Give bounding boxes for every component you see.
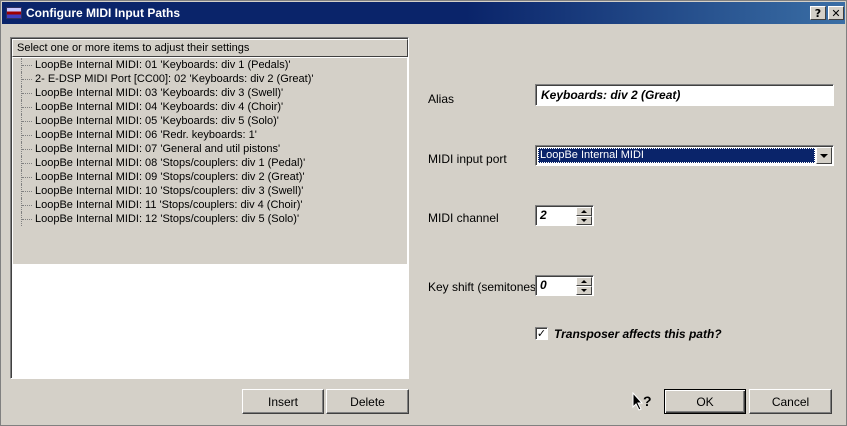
alias-field[interactable]: Keyboards: div 2 (Great) [535, 84, 834, 106]
list-item-label: LoopBe Internal MIDI: 04 'Keyboards: div… [35, 101, 284, 113]
list-item-label: LoopBe Internal MIDI: 03 'Keyboards: div… [35, 87, 284, 99]
tree-connector [21, 184, 33, 198]
list-item-label: LoopBe Internal MIDI: 07 'General and ut… [35, 143, 281, 155]
channel-increment-button[interactable] [576, 207, 592, 216]
list-item[interactable]: LoopBe Internal MIDI: 05 'Keyboards: div… [13, 114, 407, 128]
dialog-window: Configure MIDI Input Paths ? ✕ Select on… [0, 0, 847, 426]
tree-connector [21, 142, 33, 156]
dropdown-button[interactable] [816, 147, 832, 164]
list-item-label: LoopBe Internal MIDI: 01 'Keyboards: div… [35, 59, 291, 71]
list-item-label: LoopBe Internal MIDI: 06 'Redr. keyboard… [35, 129, 257, 141]
list-item[interactable]: LoopBe Internal MIDI: 08 'Stops/couplers… [13, 156, 407, 170]
list-item[interactable]: LoopBe Internal MIDI: 01 'Keyboards: div… [13, 58, 407, 72]
list-item[interactable]: LoopBe Internal MIDI: 04 'Keyboards: div… [13, 100, 407, 114]
key-shift-value: 0 [540, 278, 547, 292]
midi-channel-label: MIDI channel [428, 211, 499, 225]
list-item-label: LoopBe Internal MIDI: 10 'Stops/couplers… [35, 185, 304, 197]
tree-connector [21, 212, 33, 226]
help-cursor-icon: ? [632, 392, 652, 411]
list-item-label: LoopBe Internal MIDI: 12 'Stops/couplers… [35, 213, 300, 225]
alias-label: Alias [428, 92, 455, 106]
tree-connector [21, 58, 33, 72]
checkmark-icon: ✓ [536, 327, 547, 340]
window-title: Configure MIDI Input Paths [26, 6, 180, 20]
list-item-label: 2- E-DSP MIDI Port [CC00]: 02 'Keyboards… [35, 73, 314, 85]
svg-text:?: ? [643, 393, 652, 409]
help-button[interactable]: ? [810, 6, 826, 20]
midi-input-port-value: LoopBe Internal MIDI [538, 148, 815, 163]
list-item[interactable]: LoopBe Internal MIDI: 11 'Stops/couplers… [13, 198, 407, 212]
title-bar[interactable]: Configure MIDI Input Paths ? ✕ [2, 2, 845, 24]
tree-connector [21, 156, 33, 170]
tree-connector [21, 114, 33, 128]
midi-input-port-label: MIDI input port [428, 152, 507, 166]
transposer-label[interactable]: Transposer affects this path? [554, 327, 722, 341]
key-shift-stepper[interactable]: 0 [535, 275, 594, 296]
tree-connector [21, 128, 33, 142]
tree-connector [21, 86, 33, 100]
list-item[interactable]: LoopBe Internal MIDI: 10 'Stops/couplers… [13, 184, 407, 198]
ok-button[interactable]: OK [664, 389, 746, 414]
app-icon [6, 7, 22, 19]
key-shift-label: Key shift (semitones) [428, 280, 541, 294]
keyshift-decrement-button[interactable] [576, 286, 592, 295]
keyshift-increment-button[interactable] [576, 277, 592, 286]
tree-connector [21, 170, 33, 184]
list-item-label: LoopBe Internal MIDI: 11 'Stops/couplers… [35, 199, 303, 211]
list-item[interactable]: LoopBe Internal MIDI: 07 'General and ut… [13, 142, 407, 156]
arrow-down-icon [581, 219, 587, 222]
channel-decrement-button[interactable] [576, 216, 592, 225]
arrow-up-icon [581, 280, 587, 283]
question-icon: ? [814, 6, 822, 20]
tree-connector [21, 72, 33, 86]
chevron-down-icon [820, 153, 828, 158]
list-items-container: LoopBe Internal MIDI: 01 'Keyboards: div… [13, 58, 407, 264]
midi-channel-stepper[interactable]: 2 [535, 205, 594, 226]
cancel-button[interactable]: Cancel [749, 389, 832, 414]
list-item-label: LoopBe Internal MIDI: 09 'Stops/couplers… [35, 171, 305, 183]
transposer-checkbox[interactable]: ✓ [535, 327, 548, 340]
midi-channel-value: 2 [540, 208, 547, 222]
midi-input-port-select[interactable]: LoopBe Internal MIDI [535, 145, 834, 166]
list-item[interactable]: LoopBe Internal MIDI: 12 'Stops/couplers… [13, 212, 407, 226]
list-item[interactable]: 2- E-DSP MIDI Port [CC00]: 02 'Keyboards… [13, 72, 407, 86]
list-item-label: LoopBe Internal MIDI: 08 'Stops/couplers… [35, 157, 306, 169]
tree-connector [21, 198, 33, 212]
tree-connector [21, 100, 33, 114]
list-header: Select one or more items to adjust their… [12, 39, 408, 57]
close-icon: ✕ [831, 6, 841, 20]
delete-button[interactable]: Delete [326, 389, 409, 414]
close-button[interactable]: ✕ [828, 6, 844, 20]
list-item-label: LoopBe Internal MIDI: 05 'Keyboards: div… [35, 115, 279, 127]
arrow-down-icon [581, 289, 587, 292]
input-path-list[interactable]: Select one or more items to adjust their… [10, 37, 409, 379]
insert-button[interactable]: Insert [242, 389, 324, 414]
arrow-up-icon [581, 210, 587, 213]
list-item[interactable]: LoopBe Internal MIDI: 09 'Stops/couplers… [13, 170, 407, 184]
list-item[interactable]: LoopBe Internal MIDI: 03 'Keyboards: div… [13, 86, 407, 100]
list-item[interactable]: LoopBe Internal MIDI: 06 'Redr. keyboard… [13, 128, 407, 142]
